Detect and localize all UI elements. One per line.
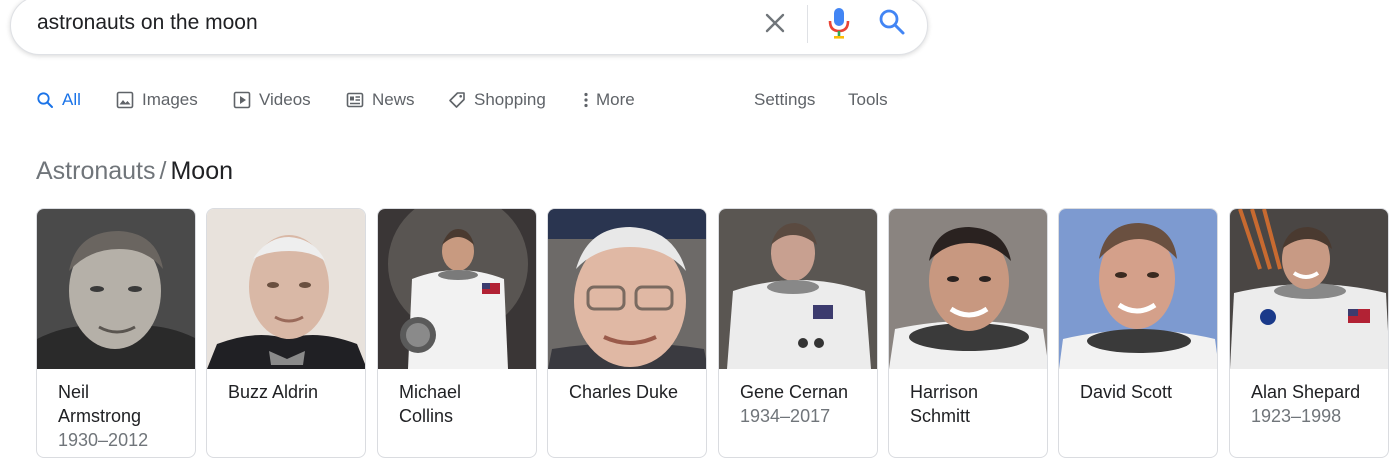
astronaut-card[interactable]: Alan Shepard 1923–1998	[1229, 208, 1389, 458]
tab-all[interactable]: All	[36, 90, 81, 110]
settings-link[interactable]: Settings	[754, 90, 815, 110]
astronaut-card[interactable]: David Scott	[1058, 208, 1218, 458]
astronaut-years: 1923–1998	[1251, 406, 1342, 426]
name-line: Buzz Aldrin	[228, 382, 319, 402]
astronaut-photo	[378, 209, 536, 369]
image-icon	[116, 91, 134, 109]
astronaut-photo	[889, 209, 1047, 369]
astronaut-name: Neil Armstrong 1930–2012	[58, 380, 188, 452]
tab-news[interactable]: News	[346, 90, 415, 110]
search-results-page: astronauts on the moon All Images Videos…	[0, 0, 1400, 464]
name-line: Alan Shepard	[1251, 382, 1361, 402]
settings-label: Settings	[754, 90, 816, 109]
astronaut-card[interactable]: Charles Duke	[547, 208, 707, 458]
name-line: Charles Duke	[569, 382, 679, 402]
tab-videos[interactable]: Videos	[233, 90, 311, 110]
tag-icon	[449, 92, 465, 108]
search-icon	[879, 9, 905, 35]
tab-shopping[interactable]: Shopping	[448, 90, 546, 110]
tab-label: Videos	[259, 90, 311, 109]
name-line: Armstrong	[58, 406, 142, 426]
voice-search-button[interactable]	[827, 6, 851, 40]
astronaut-card[interactable]: Buzz Aldrin	[206, 208, 366, 458]
tab-label: All	[62, 90, 81, 109]
search-button[interactable]	[877, 7, 907, 37]
astronaut-photo	[719, 209, 877, 369]
astronaut-years: 1934–2017	[740, 406, 831, 426]
breadcrumb-current: Moon	[170, 157, 234, 185]
astronaut-name: Buzz Aldrin	[228, 380, 358, 404]
astronaut-years: 1930–2012	[58, 430, 149, 450]
close-icon	[765, 13, 785, 33]
breadcrumb-separator: /	[159, 157, 167, 185]
search-box[interactable]: astronauts on the moon	[10, 0, 928, 55]
tab-label: Images	[142, 90, 198, 109]
clear-search-button[interactable]	[761, 9, 789, 37]
astronaut-photo	[1230, 209, 1388, 369]
breadcrumb: Astronauts / Moon	[36, 157, 233, 186]
astronaut-card[interactable]: Michael Collins	[377, 208, 537, 458]
astronaut-photo	[207, 209, 365, 369]
breadcrumb-parent[interactable]: Astronauts	[36, 157, 156, 185]
search-input[interactable]: astronauts on the moon	[37, 11, 258, 35]
search-icon	[37, 92, 53, 108]
tab-more[interactable]: More	[582, 90, 635, 110]
name-line: Neil	[58, 382, 90, 402]
microphone-icon	[828, 8, 850, 39]
astronaut-card[interactable]: Gene Cernan 1934–2017	[718, 208, 878, 458]
newspaper-icon	[346, 92, 364, 108]
more-vertical-icon	[584, 92, 588, 108]
name-line: Collins	[399, 406, 454, 426]
tab-label: News	[372, 90, 415, 109]
astronaut-name: Michael Collins	[399, 380, 529, 428]
name-line: Michael	[399, 382, 462, 402]
astronaut-photo	[37, 209, 195, 369]
astronaut-name: Gene Cernan 1934–2017	[740, 380, 870, 428]
tools-link[interactable]: Tools	[848, 90, 888, 110]
tab-label: More	[596, 90, 635, 109]
play-icon	[233, 91, 251, 109]
astronaut-card[interactable]: Neil Armstrong 1930–2012	[36, 208, 196, 458]
name-line: David Scott	[1080, 382, 1173, 402]
astronaut-name: David Scott	[1080, 380, 1210, 404]
astronaut-name: Harrison Schmitt	[910, 380, 1040, 428]
astronaut-photo	[548, 209, 706, 369]
name-line: Harrison	[910, 382, 979, 402]
tab-label: Shopping	[474, 90, 546, 109]
name-line: Schmitt	[910, 406, 971, 426]
name-line: Gene Cernan	[740, 382, 849, 402]
search-divider	[807, 5, 808, 43]
astronaut-card[interactable]: Harrison Schmitt	[888, 208, 1048, 458]
astronaut-photo	[1059, 209, 1217, 369]
astronaut-name: Charles Duke	[569, 380, 699, 404]
tab-images[interactable]: Images	[116, 90, 198, 110]
astronaut-name: Alan Shepard 1923–1998	[1251, 380, 1381, 428]
search-tabs: All Images Videos News Shopping More Set…	[36, 90, 936, 114]
tools-label: Tools	[848, 90, 888, 109]
